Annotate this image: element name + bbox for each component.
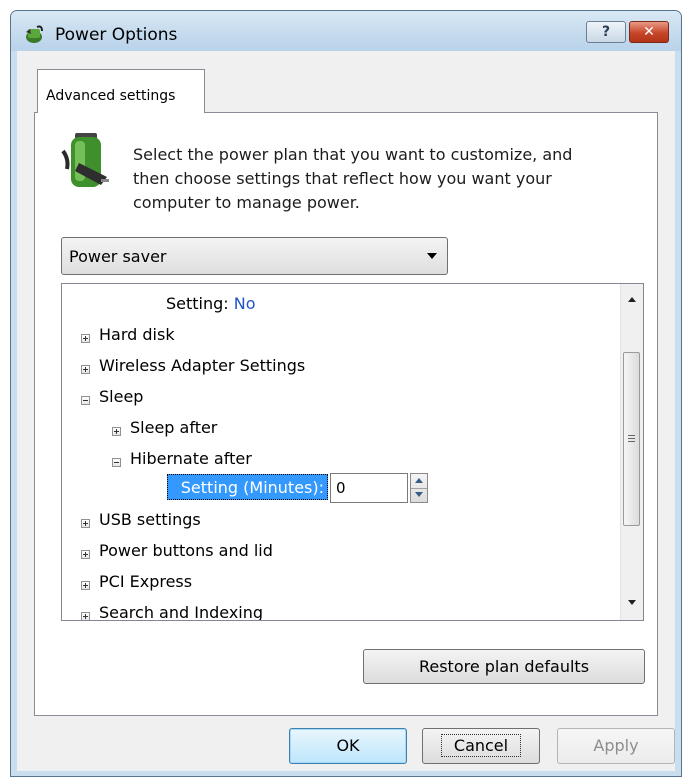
tree-item-sleep-after[interactable]: Sleep after xyxy=(130,418,217,437)
cancel-button[interactable]: Cancel xyxy=(422,728,540,764)
setting-prefix: Setting: xyxy=(166,294,229,313)
grip-line xyxy=(628,435,635,436)
apply-button[interactable]: Apply xyxy=(557,728,675,764)
tree-item-wireless-adapter[interactable]: Wireless Adapter Settings xyxy=(99,356,305,375)
setting-value-link[interactable]: No xyxy=(234,294,256,313)
tree-item-usb-settings[interactable]: USB settings xyxy=(99,510,201,529)
restore-plan-defaults-button[interactable]: Restore plan defaults xyxy=(363,649,645,684)
minutes-spinner[interactable] xyxy=(410,473,428,503)
expand-icon[interactable] xyxy=(81,334,90,343)
tree-item-hard-disk[interactable]: Hard disk xyxy=(99,325,175,344)
tree-item-sleep[interactable]: Sleep xyxy=(99,387,143,406)
collapse-icon[interactable] xyxy=(112,458,121,467)
collapse-icon[interactable] xyxy=(81,396,90,405)
dialog-client-area: Advanced settings Select the power plan … xyxy=(17,51,675,771)
help-button[interactable]: ? xyxy=(586,21,626,43)
scroll-down-arrow-icon[interactable] xyxy=(628,600,636,605)
grip-line xyxy=(628,438,635,439)
chevron-down-icon xyxy=(427,253,437,259)
expand-icon[interactable] xyxy=(81,365,90,374)
spin-up-button[interactable] xyxy=(411,474,427,489)
scroll-up-arrow-icon[interactable] xyxy=(628,297,636,302)
tree-item-hibernate-after[interactable]: Hibernate after xyxy=(130,449,252,468)
expand-icon[interactable] xyxy=(81,612,90,620)
arrow-down-icon xyxy=(415,492,423,497)
close-button[interactable]: ✕ xyxy=(629,21,669,43)
cancel-label: Cancel xyxy=(440,734,522,757)
title-bar[interactable]: Power Options ? ✕ xyxy=(11,11,681,51)
expand-icon[interactable] xyxy=(112,427,121,436)
window-title: Power Options xyxy=(55,25,178,45)
power-options-window: Power Options ? ✕ Advanced settings Sele… xyxy=(10,10,682,777)
tree-item-pci-express[interactable]: PCI Express xyxy=(99,572,192,591)
tab-advanced-settings[interactable]: Advanced settings xyxy=(37,69,205,113)
power-plan-dropdown[interactable]: Power saver xyxy=(61,237,448,275)
grip-line xyxy=(628,441,635,442)
expand-icon[interactable] xyxy=(81,550,90,559)
power-plan-value: Power saver xyxy=(69,247,167,266)
tree-item-power-buttons[interactable]: Power buttons and lid xyxy=(99,541,273,560)
scrollbar-thumb[interactable] xyxy=(623,352,640,526)
setting-row: Setting: No xyxy=(166,294,256,313)
arrow-up-icon xyxy=(415,478,423,483)
ok-label: OK xyxy=(336,736,360,755)
tab-panel: Select the power plan that you want to c… xyxy=(34,112,658,716)
expand-icon[interactable] xyxy=(81,581,90,590)
power-options-icon xyxy=(26,25,43,43)
settings-tree[interactable]: Setting: No Hard disk Wireless Adapter S… xyxy=(61,283,644,621)
hibernate-minutes-input[interactable]: 0 xyxy=(330,473,408,503)
vertical-scrollbar[interactable] xyxy=(620,284,643,620)
hibernate-setting-label: Setting (Minutes): xyxy=(167,474,328,500)
intro-text: Select the power plan that you want to c… xyxy=(133,145,573,212)
spin-down-button[interactable] xyxy=(411,488,427,502)
expand-icon[interactable] xyxy=(81,519,90,528)
ok-button[interactable]: OK xyxy=(289,728,407,764)
battery-plug-icon xyxy=(61,133,109,187)
tree-item-search-indexing[interactable]: Search and Indexing xyxy=(99,603,263,620)
